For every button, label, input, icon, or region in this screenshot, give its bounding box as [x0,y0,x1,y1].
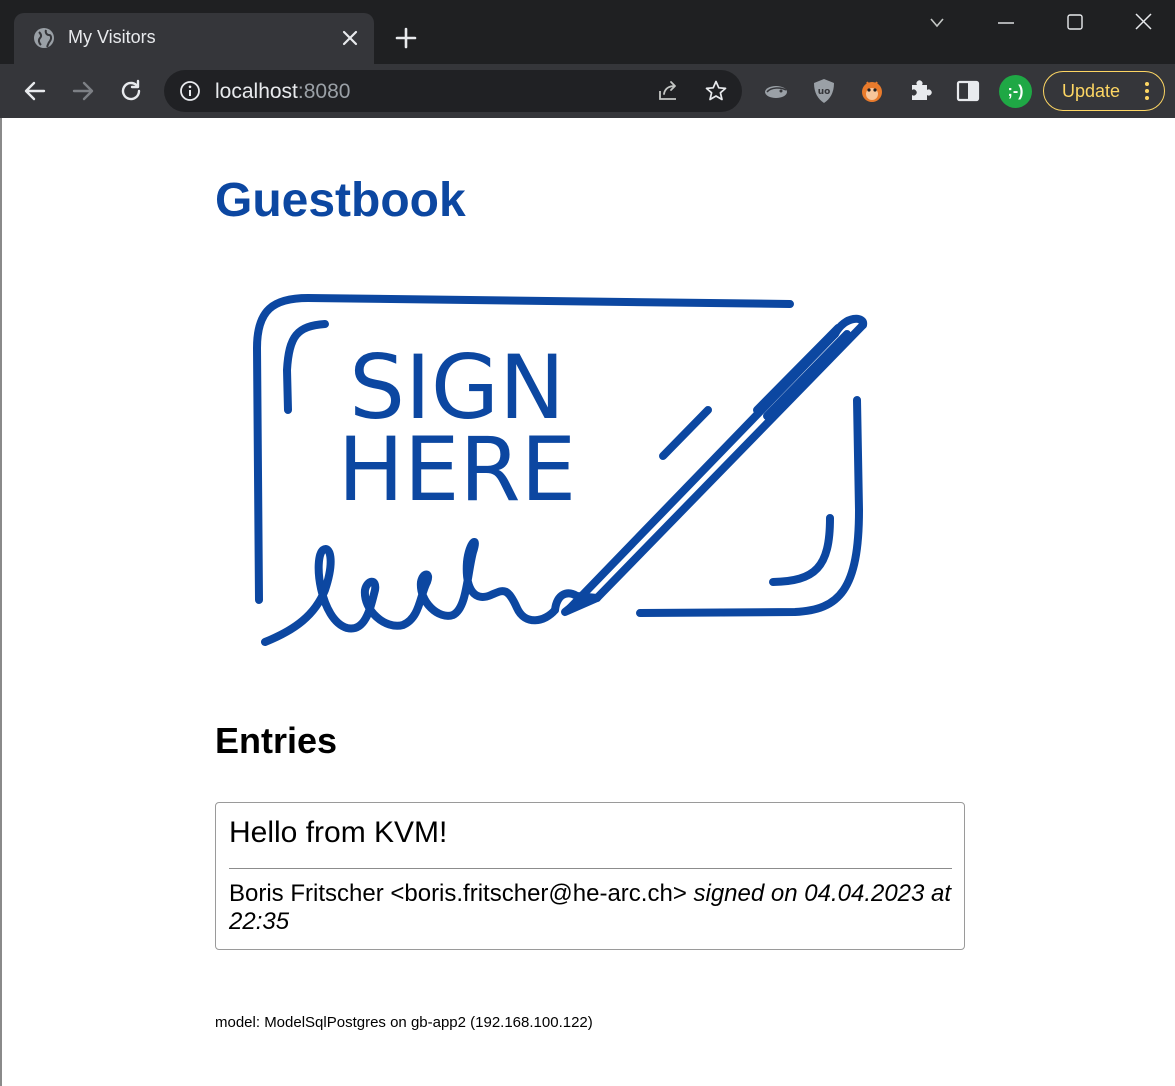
extension-sloth-icon[interactable] [762,77,790,105]
entry-meta: Boris Fritscher <boris.fritscher@he-arc.… [229,880,957,936]
share-icon[interactable] [656,79,680,103]
extensions-puzzle-icon[interactable] [906,77,934,105]
extension-monkey-icon[interactable] [858,77,886,105]
page-title: Guestbook [215,174,466,227]
url-text: localhost:8080 [215,80,350,104]
kebab-menu-icon[interactable] [1144,81,1150,101]
update-button[interactable]: Update [1043,71,1165,111]
browser-tab[interactable]: My Visitors [14,13,374,64]
tab-search-icon[interactable] [923,10,951,36]
new-tab-icon[interactable] [395,27,417,49]
minimize-icon[interactable] [992,10,1020,36]
guestbook-entry: Hello from KVM! Boris Fritscher <boris.f… [215,802,965,950]
ublock-shield-icon[interactable]: uo [810,77,838,105]
window-left-edge [0,118,2,1086]
sign-here-image: SIGN HERE [253,294,867,646]
browser-toolbar: localhost:8080 uo ;-) Update [0,64,1175,118]
browser-titlebar: My Visitors [0,0,1175,64]
back-icon[interactable] [22,78,48,104]
profile-avatar[interactable]: ;-) [999,75,1032,108]
url-host: localhost [215,80,298,103]
entry-divider [229,868,952,869]
update-label: Update [1062,81,1121,101]
model-info: model: ModelSqlPostgres on gb-app2 (192.… [215,1014,593,1031]
url-port: :8080 [297,80,351,103]
close-window-icon[interactable] [1130,10,1158,36]
address-bar[interactable]: localhost:8080 [164,70,742,112]
entries-heading: Entries [215,720,338,761]
bookmark-star-icon[interactable] [704,79,728,103]
forward-icon[interactable] [70,78,96,104]
reload-icon[interactable] [118,78,144,104]
maximize-icon[interactable] [1061,10,1089,36]
globe-icon [34,28,54,48]
entry-author: Boris Fritscher <boris.fritscher@he-arc.… [229,880,687,907]
side-panel-icon[interactable] [954,77,982,105]
close-tab-icon[interactable] [340,28,360,48]
entry-message: Hello from KVM! [229,816,448,849]
tab-title: My Visitors [68,27,156,47]
svg-text:uo: uo [818,87,831,97]
here-text: HERE [338,418,577,521]
site-info-icon[interactable] [179,80,201,102]
